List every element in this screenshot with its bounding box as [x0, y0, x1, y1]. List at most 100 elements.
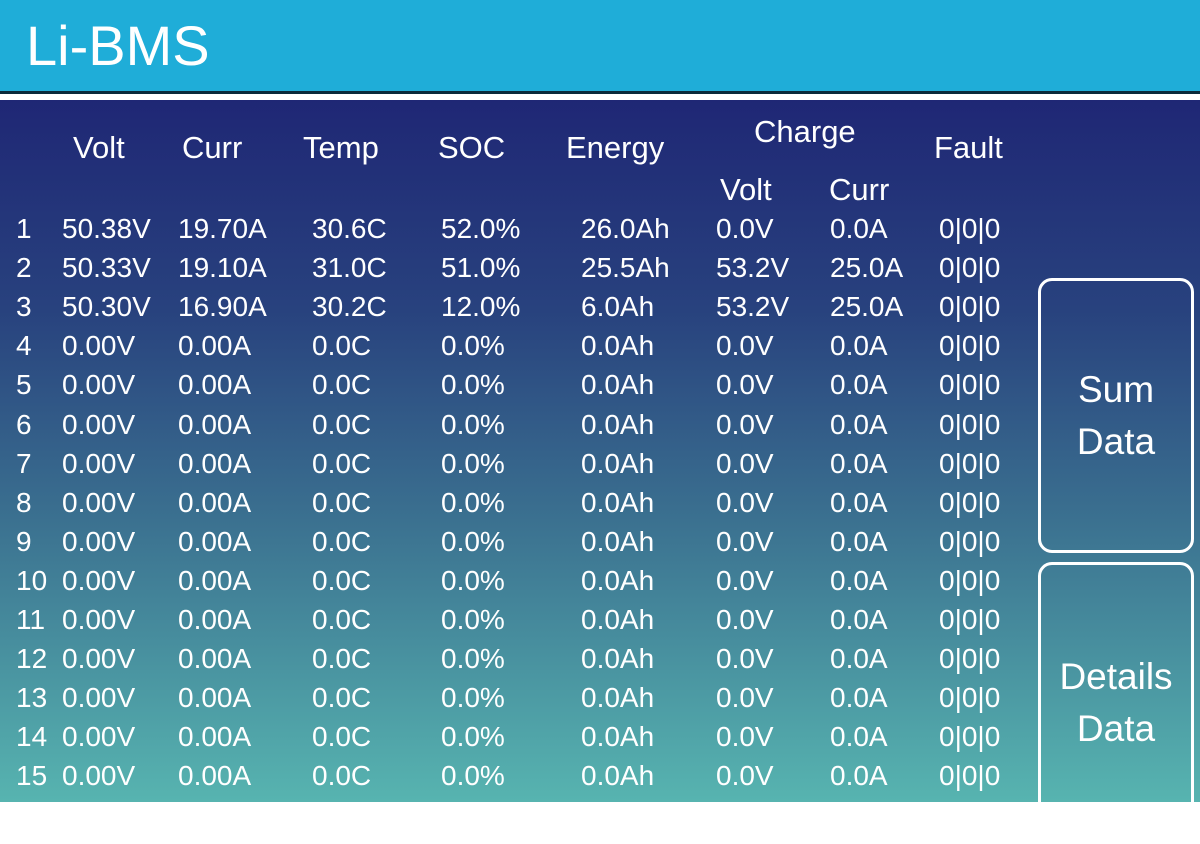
- cell-charge-curr: 25.0A: [830, 252, 904, 284]
- cell-charge-curr: 0.0A: [830, 525, 888, 557]
- cell-fault: 0|0|0: [939, 369, 1001, 401]
- cell-charge-volt: 53.2V: [716, 291, 790, 323]
- cell-charge-curr: 0.0A: [830, 604, 888, 635]
- row-index: 8: [16, 486, 32, 518]
- cell-charge-volt: 0.0V: [716, 213, 774, 244]
- cell-volt: 50.30V: [62, 291, 151, 323]
- col-header-curr: Curr: [182, 130, 243, 165]
- cell-curr: 0.00A: [178, 721, 252, 753]
- cell-charge-volt: 0.0V: [716, 330, 774, 362]
- cell-fault: 0|0|0: [939, 330, 1001, 362]
- cell-charge-curr: 0.0A: [830, 682, 888, 714]
- cell-curr: 0.00A: [178, 525, 252, 557]
- cell-curr: 0.00A: [178, 369, 252, 401]
- cell-charge-curr: 0.0A: [830, 408, 888, 440]
- cell-energy: 25.5Ah: [581, 252, 670, 284]
- cell-fault: 0|0|0: [939, 564, 1001, 596]
- cell-volt: 0.00V: [62, 604, 136, 635]
- cell-soc: 0.0%: [441, 369, 505, 401]
- cell-energy: 0.0Ah: [581, 682, 655, 714]
- cell-fault: 0|0|0: [939, 408, 1001, 440]
- cell-charge-curr: 0.0A: [830, 330, 888, 362]
- cell-soc: 0.0%: [441, 682, 505, 714]
- cell-temp: 0.0C: [312, 721, 372, 753]
- cell-curr: 0.00A: [178, 682, 252, 714]
- cell-charge-curr: 0.0A: [830, 447, 888, 479]
- sum-data-label-line2: Data: [1076, 420, 1156, 462]
- cell-charge-curr: 0.0A: [830, 643, 888, 675]
- cell-volt: 50.33V: [62, 252, 151, 284]
- cell-curr: 0.00A: [178, 604, 252, 635]
- cell-volt: 0.00V: [62, 564, 136, 596]
- row-index: 15: [16, 760, 48, 792]
- col-header-temp: Temp: [303, 130, 379, 165]
- row-index: 9: [16, 525, 32, 557]
- cell-fault: 0|0|0: [939, 486, 1001, 518]
- row-index: 6: [16, 408, 32, 440]
- row-index: 13: [16, 682, 48, 714]
- cell-temp: 0.0C: [312, 330, 372, 362]
- cell-volt: 0.00V: [62, 330, 136, 362]
- cell-charge-curr: 0.0A: [830, 213, 888, 244]
- col-header-energy: Energy: [566, 130, 665, 165]
- cell-soc: 0.0%: [441, 525, 505, 557]
- cell-fault: 0|0|0: [939, 447, 1001, 479]
- cell-curr: 0.00A: [178, 643, 252, 675]
- cell-volt: 0.00V: [62, 408, 136, 440]
- cell-energy: 0.0Ah: [581, 408, 655, 440]
- cell-energy: 0.0Ah: [581, 604, 655, 635]
- cell-charge-volt: 0.0V: [716, 408, 774, 440]
- bms-data-panel: Volt Curr Temp SOC Energy Charge Volt Cu…: [0, 100, 1200, 844]
- cell-temp: 30.6C: [312, 213, 387, 244]
- cell-soc: 0.0%: [441, 486, 505, 518]
- cell-charge-volt: 0.0V: [716, 643, 774, 675]
- cell-volt: 0.00V: [62, 721, 136, 753]
- row-index: 2: [16, 252, 32, 284]
- cell-charge-curr: 0.0A: [830, 369, 888, 401]
- sum-data-button[interactable]: Sum Data: [1038, 278, 1194, 553]
- cell-soc: 0.0%: [441, 721, 505, 753]
- col-header-fault: Fault: [934, 130, 1003, 165]
- cell-curr: 0.00A: [178, 330, 252, 362]
- cell-volt: 50.38V: [62, 213, 151, 244]
- cell-temp: 0.0C: [312, 682, 372, 714]
- cell-temp: 30.2C: [312, 291, 387, 323]
- row-index: 4: [16, 330, 32, 362]
- cell-charge-volt: 0.0V: [716, 486, 774, 518]
- row-index: 14: [16, 721, 48, 753]
- cell-temp: 0.0C: [312, 447, 372, 479]
- cell-energy: 0.0Ah: [581, 564, 655, 596]
- cell-charge-volt: 0.0V: [716, 369, 774, 401]
- cell-temp: 0.0C: [312, 408, 372, 440]
- cell-soc: 0.0%: [441, 564, 505, 596]
- cell-charge-volt: 53.2V: [716, 252, 790, 284]
- details-data-label-line2: Data: [1076, 708, 1156, 749]
- cell-energy: 6.0Ah: [581, 291, 655, 323]
- cell-energy: 0.0Ah: [581, 330, 655, 362]
- cell-soc: 0.0%: [441, 604, 505, 635]
- col-header-charge-curr: Curr: [829, 172, 890, 207]
- cell-curr: 0.00A: [178, 564, 252, 596]
- cell-fault: 0|0|0: [939, 682, 1001, 714]
- cell-fault: 0|0|0: [939, 213, 1001, 244]
- col-header-charge: Charge: [754, 114, 856, 149]
- cell-fault: 0|0|0: [939, 760, 1001, 792]
- cell-charge-volt: 0.0V: [716, 721, 774, 753]
- cell-charge-volt: 0.0V: [716, 604, 774, 635]
- cell-curr: 0.00A: [178, 408, 252, 440]
- cell-fault: 0|0|0: [939, 604, 1001, 635]
- col-header-charge-volt: Volt: [720, 172, 772, 207]
- cell-curr: 19.10A: [178, 252, 267, 284]
- col-header-volt: Volt: [73, 130, 125, 165]
- row-index: 12: [16, 643, 48, 675]
- cell-charge-curr: 0.0A: [830, 721, 888, 753]
- cell-volt: 0.00V: [62, 760, 136, 792]
- cell-temp: 31.0C: [312, 252, 387, 284]
- cell-volt: 0.00V: [62, 643, 136, 675]
- cell-temp: 0.0C: [312, 564, 372, 596]
- cell-energy: 0.0Ah: [581, 369, 655, 401]
- cell-charge-volt: 0.0V: [716, 525, 774, 557]
- cell-curr: 0.00A: [178, 486, 252, 518]
- cell-curr: 16.90A: [178, 291, 267, 323]
- cell-charge-volt: 0.0V: [716, 564, 774, 596]
